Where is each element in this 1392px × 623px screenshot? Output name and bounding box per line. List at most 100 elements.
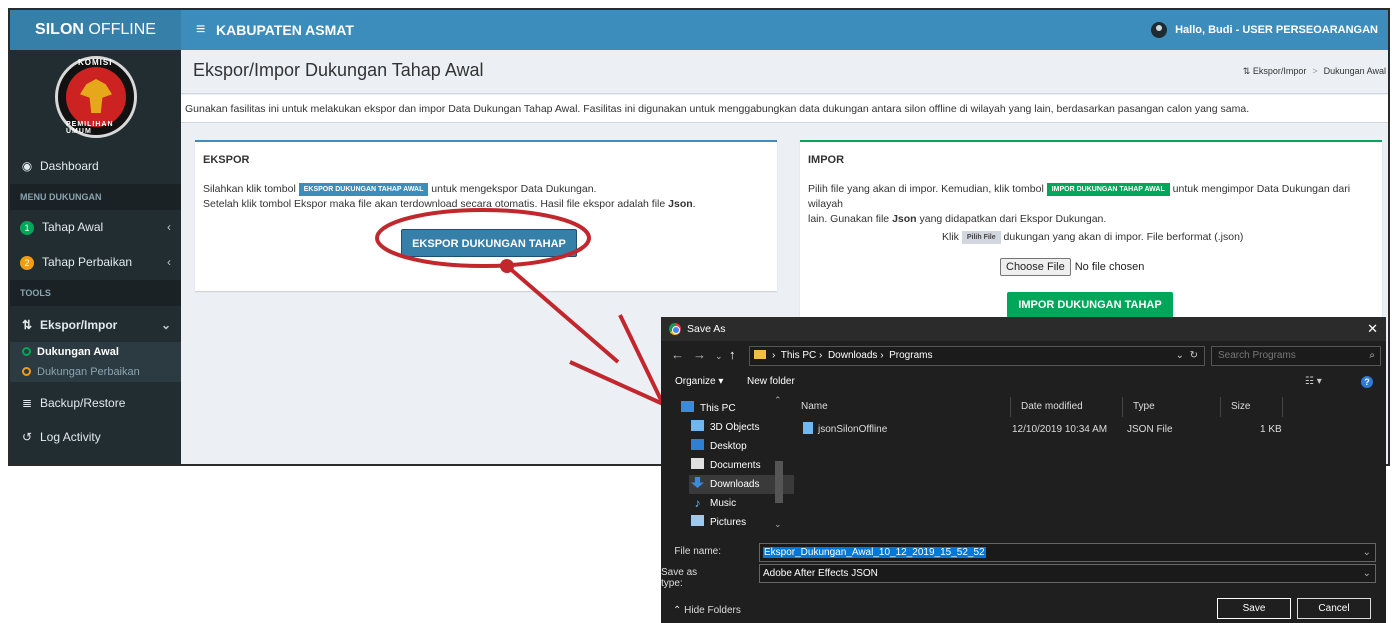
scroll-up-icon[interactable]: ⌃ <box>774 395 782 406</box>
sidebar-subitem-dukungan-awal[interactable]: Dukungan Awal <box>10 342 181 362</box>
up-arrow-icon[interactable]: ↑ <box>729 347 736 362</box>
nav-item-label: This PC <box>700 403 736 414</box>
hide-folders-label: Hide Folders <box>684 605 741 616</box>
file-name-value: Ekspor_Dukungan_Awal_10_12_2019_15_52_52 <box>763 547 986 558</box>
hide-folders-toggle[interactable]: ⌃ Hide Folders <box>673 605 741 616</box>
address-bar[interactable]: › This PC › Downloads › Programs ⌄ ↻ <box>749 346 1205 366</box>
dialog-nav-row: ← → ⌄ ↑ › This PC › Downloads › Programs… <box>661 344 1386 368</box>
path-segment[interactable]: Programs <box>889 350 932 361</box>
impor-title: IMPOR <box>808 154 845 166</box>
file-name-cell: jsonSilonOffline <box>803 421 887 439</box>
nav-item-pictures[interactable]: Pictures <box>691 513 746 532</box>
chevron-down-icon[interactable]: ⌄ <box>1363 544 1371 561</box>
file-name-row: File name: Ekspor_Dukungan_Awal_10_12_20… <box>661 542 1386 564</box>
scroll-thumb[interactable] <box>775 461 783 503</box>
pictures-icon <box>691 515 704 526</box>
cancel-button[interactable]: Cancel <box>1297 598 1371 619</box>
sidebar-header-menu: MENU DUKUNGAN <box>10 184 181 210</box>
chevron-up-icon: ⌃ <box>673 605 685 616</box>
chevron-down-icon[interactable]: ⌄ <box>1363 565 1371 582</box>
search-input[interactable]: Search Programs ⌕ <box>1211 346 1381 366</box>
computer-icon <box>681 401 694 412</box>
sidebar-item-dashboard[interactable]: ◉ Dashboard <box>10 150 181 182</box>
impor-button[interactable]: IMPOR DUKUNGAN TAHAP AWAL <box>1007 292 1173 337</box>
file-input[interactable]: Choose File No file chosen <box>1000 258 1144 276</box>
sidebar-item-label: Backup/Restore <box>40 396 126 410</box>
sidebar-item-tahap-perbaikan[interactable]: 2 Tahap Perbaikan ‹ <box>10 246 181 278</box>
path-segment[interactable]: Downloads <box>828 350 877 361</box>
json-file-icon <box>803 422 813 434</box>
dialog-toolbar: Organize ▾ New folder ☷ ▾ ? <box>661 371 1386 393</box>
nav-item-3d-objects[interactable]: 3D Objects <box>691 418 759 437</box>
nav-scrollbar[interactable]: ⌃ ⌄ <box>773 395 785 533</box>
file-type-cell: JSON File <box>1127 424 1173 435</box>
sidebar-item-ekspor-impor[interactable]: ⇅ Ekspor/Impor ⌄ <box>10 309 181 341</box>
nav-item-label: Documents <box>710 460 761 471</box>
database-icon: ≣ <box>21 396 33 410</box>
ekspor-text: Setelah klik tombol Ekspor maka file aka… <box>203 198 669 210</box>
save-type-label: Save as type: <box>661 567 698 589</box>
column-header-date[interactable]: Date modified <box>1011 397 1123 417</box>
column-header-size[interactable]: Size <box>1221 397 1283 417</box>
recent-dropdown-icon[interactable]: ⌄ <box>715 351 723 362</box>
file-name-input[interactable]: Ekspor_Dukungan_Awal_10_12_2019_15_52_52… <box>759 543 1376 562</box>
brand-logo[interactable]: SILON OFFLINE <box>10 10 181 50</box>
info-bar: Gunakan fasilitas ini untuk melakukan ek… <box>181 95 1388 123</box>
save-as-dialog: Save As ✕ ← → ⌄ ↑ › This PC › Downloads … <box>661 317 1386 623</box>
sidebar-item-label: Ekspor/Impor <box>40 318 118 332</box>
new-folder-button[interactable]: New folder <box>747 371 795 393</box>
save-type-select[interactable]: Adobe After Effects JSON ⌄ <box>759 564 1376 583</box>
choose-file-button[interactable]: Choose File <box>1000 258 1071 276</box>
pilih-file-chip: Pilih File <box>961 231 1001 244</box>
sidebar-subitem-label: Dukungan Awal <box>37 346 119 358</box>
dashboard-icon: ◉ <box>21 159 33 173</box>
scroll-down-icon[interactable]: ⌄ <box>774 519 782 530</box>
sidebar-item-log[interactable]: ↺ Log Activity <box>10 421 181 453</box>
cube-icon <box>691 420 704 431</box>
search-placeholder: Search Programs <box>1218 350 1296 361</box>
nav-item-desktop[interactable]: Desktop <box>691 437 747 456</box>
back-arrow-icon[interactable]: ← <box>671 347 684 362</box>
download-icon <box>691 477 704 488</box>
ekspor-text: Silahkan klik tombol <box>203 183 299 195</box>
close-icon[interactable]: ✕ <box>1367 321 1378 337</box>
organize-button[interactable]: Organize ▾ <box>675 371 723 393</box>
breadcrumb-current: Dukungan Awal <box>1323 66 1386 76</box>
dialog-titlebar: Save As ✕ <box>661 317 1386 341</box>
desktop-icon <box>691 439 704 450</box>
hamburger-icon[interactable]: ≡ <box>196 10 205 50</box>
step-one-icon: 1 <box>20 220 34 235</box>
kpu-logo: KOMISI PEMILIHAN UMUM <box>55 56 137 138</box>
document-icon <box>691 458 704 469</box>
file-date-cell: 12/10/2019 10:34 AM <box>1012 424 1108 435</box>
refresh-icon[interactable]: ⌄ ↻ <box>1176 347 1198 365</box>
nav-item-label: Music <box>710 498 737 509</box>
breadcrumb-root[interactable]: Ekspor/Impor <box>1253 66 1307 76</box>
ekspor-text: . <box>692 198 696 210</box>
sidebar-subitem-dukungan-perbaikan[interactable]: Dukungan Perbaikan <box>10 362 181 382</box>
logo-top-text: KOMISI <box>78 58 113 67</box>
nav-item-music[interactable]: ♪ Music <box>691 494 737 513</box>
search-icon: ⌕ <box>1369 350 1375 361</box>
user-menu[interactable]: Hallo, Budi - USER PERSEOARANGAN <box>1151 10 1378 50</box>
sidebar-item-tahap-awal[interactable]: 1 Tahap Awal ‹ <box>10 211 181 243</box>
nav-item-this-pc[interactable]: This PC <box>681 399 736 418</box>
nav-item-documents[interactable]: Documents <box>691 456 761 475</box>
path-segment[interactable]: This PC <box>781 350 817 361</box>
ekspor-text: untuk mengekspor Data Dukungan. <box>428 183 597 195</box>
help-icon[interactable]: ? <box>1361 376 1373 388</box>
step-two-icon: 2 <box>20 255 34 270</box>
file-list: Name Date modified Type Size jsonSilonOf… <box>791 395 1386 533</box>
forward-arrow-icon[interactable]: → <box>693 347 706 362</box>
save-button[interactable]: Save <box>1217 598 1291 619</box>
circle-icon <box>22 367 31 376</box>
navigation-pane: This PC 3D Objects Desktop Documents Dow… <box>661 395 794 533</box>
column-header-name[interactable]: Name <box>791 397 1011 417</box>
breadcrumb: ⇅ Ekspor/Impor > Dukungan Awal <box>1243 66 1386 77</box>
file-name: jsonSilonOffline <box>818 424 888 435</box>
ekspor-button[interactable]: EKSPOR DUKUNGAN TAHAP AWAL <box>401 229 577 278</box>
view-options-icon[interactable]: ☷ ▾ <box>1305 371 1322 393</box>
sidebar-item-backup[interactable]: ≣ Backup/Restore <box>10 387 181 419</box>
column-header-type[interactable]: Type <box>1123 397 1221 417</box>
nav-item-label: 3D Objects <box>710 422 760 433</box>
